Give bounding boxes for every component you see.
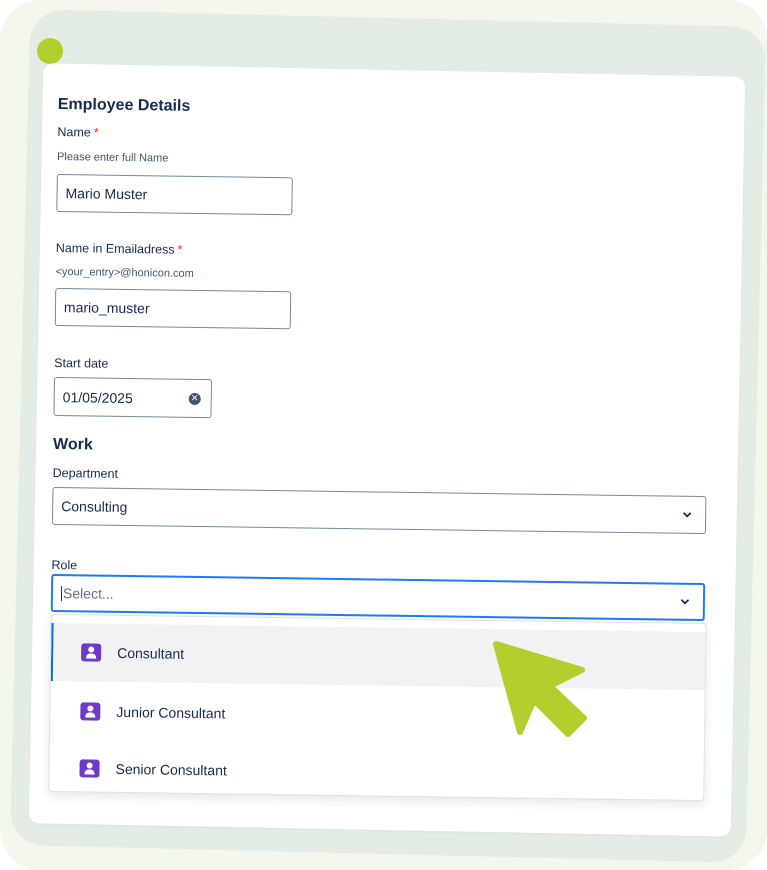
role-label: Role: [51, 557, 78, 573]
name-input[interactable]: Mario Muster: [56, 173, 293, 216]
role-select[interactable]: Select...: [50, 573, 706, 622]
section-title-work: Work: [52, 435, 93, 454]
role-placeholder: Select...: [62, 585, 114, 602]
start-date-value: 01/05/2025: [62, 388, 133, 406]
window-dot: [37, 38, 63, 64]
email-label: Name in Emailadress *: [56, 241, 183, 257]
department-value: Consulting: [61, 498, 128, 516]
clear-icon[interactable]: ✕: [188, 392, 201, 405]
role-option-senior-consultant[interactable]: Senior Consultant: [49, 739, 704, 801]
department-select[interactable]: Consulting: [51, 486, 707, 535]
role-option-label: Senior Consultant: [115, 760, 227, 779]
role-option-label: Consultant: [117, 644, 185, 662]
role-option-label: Junior Consultant: [116, 703, 226, 722]
department-label: Department: [52, 465, 119, 481]
pointer-cursor-icon: [493, 641, 587, 737]
name-input-value: Mario Muster: [65, 185, 148, 203]
email-helper: <your_entry>@honicon.com: [55, 265, 194, 280]
name-label-text: Name: [57, 124, 91, 140]
email-label-text: Name in Emailadress: [55, 240, 175, 257]
chevron-down-icon[interactable]: [679, 596, 691, 608]
person-badge-icon: [79, 759, 100, 778]
required-mark: *: [93, 125, 99, 140]
email-input-value: mario_muster: [63, 299, 150, 317]
section-title-employee: Employee Details: [57, 95, 191, 115]
role-dropdown-menu: Consultant Junior Consultant Senior Cons…: [48, 613, 707, 802]
person-badge-icon: [81, 643, 102, 662]
start-date-picker[interactable]: 01/05/2025 ✕: [53, 376, 213, 419]
email-input[interactable]: mario_muster: [54, 287, 292, 330]
person-badge-icon: [80, 702, 101, 721]
name-label: Name *: [57, 125, 98, 140]
name-helper: Please enter full Name: [57, 150, 169, 165]
required-mark: *: [177, 242, 183, 257]
employee-form: Employee Details Name * Please enter full…: [48, 92, 718, 821]
role-option-consultant[interactable]: Consultant: [50, 622, 706, 691]
role-option-junior-consultant[interactable]: Junior Consultant: [50, 682, 705, 749]
start-date-label: Start date: [54, 355, 109, 371]
chevron-down-icon[interactable]: [681, 509, 693, 521]
